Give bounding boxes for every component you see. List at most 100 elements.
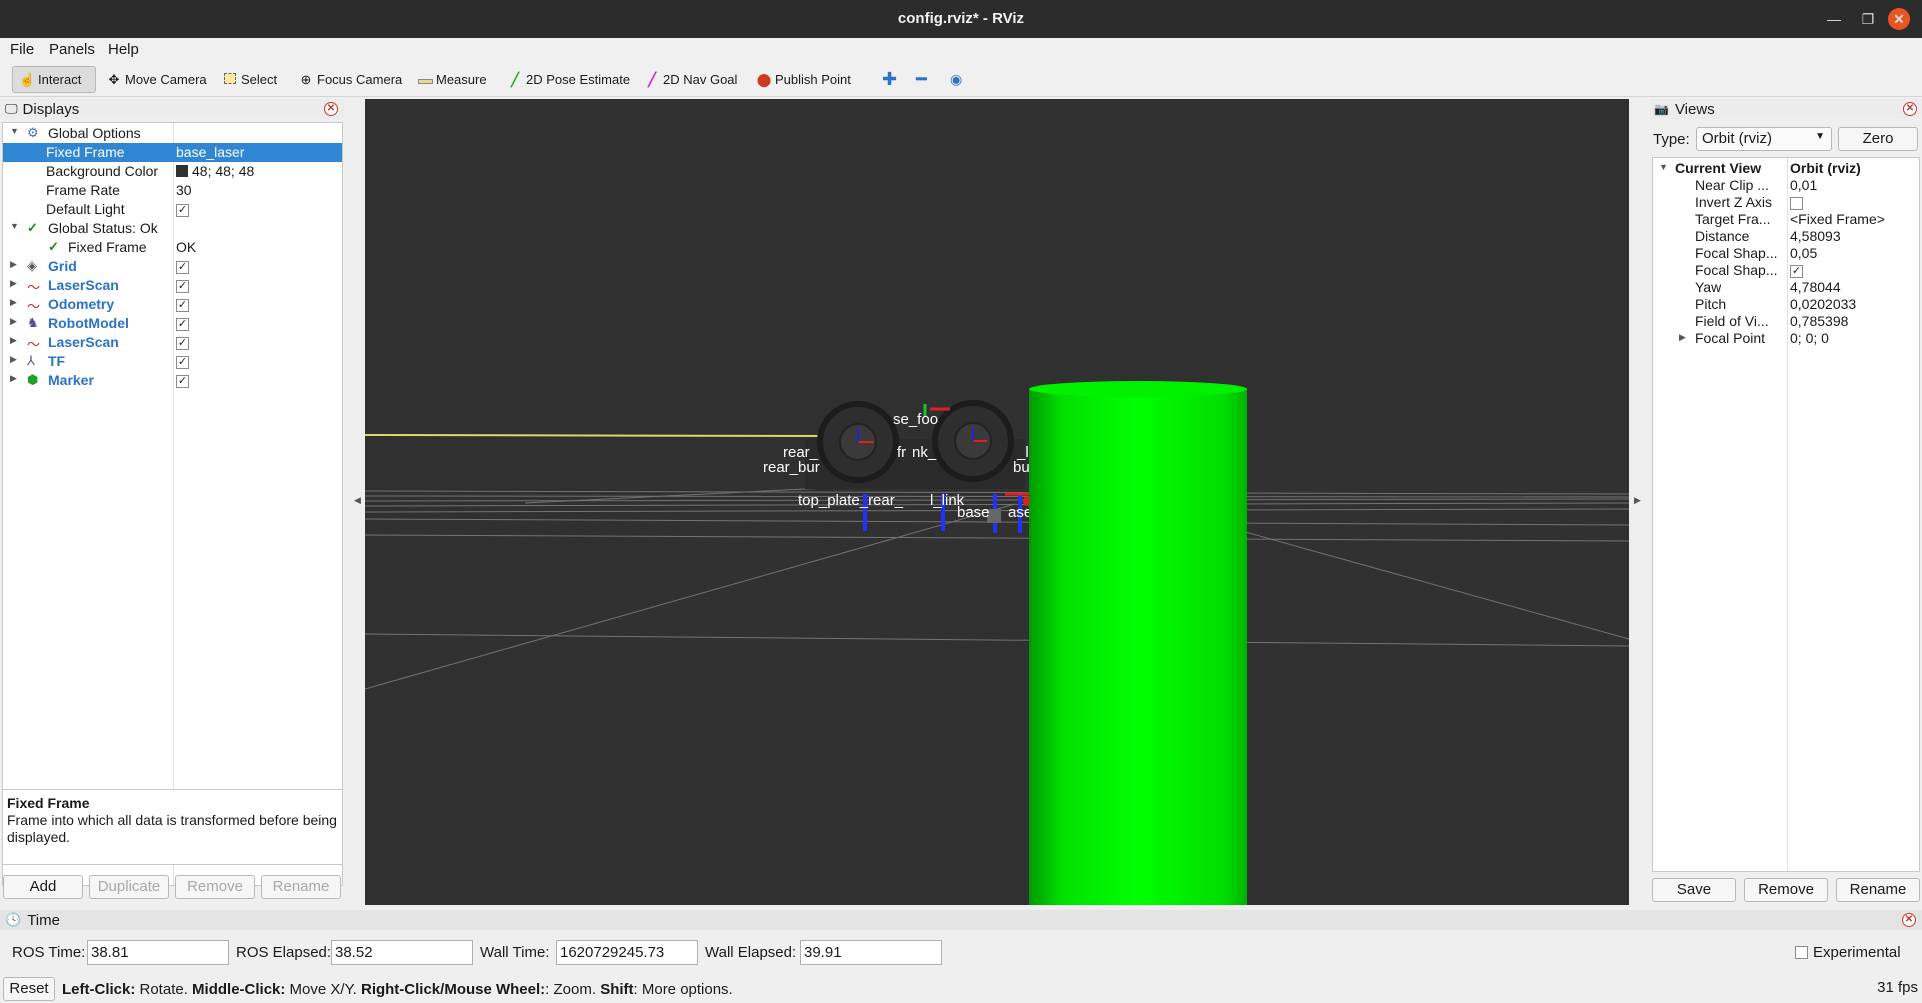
- view-row-focal-shape-fixed[interactable]: Focal Shap... ✓: [1653, 262, 1919, 279]
- tree-row-robotmodel[interactable]: ▶ ♞ RobotModel ✓: [3, 314, 342, 333]
- menu-panels[interactable]: Panels: [49, 41, 95, 58]
- tree-row-grid[interactable]: ▶ ◈ Grid ✓: [3, 257, 342, 276]
- expand-arrow-icon[interactable]: ▶: [10, 259, 17, 270]
- tree-row-global-options[interactable]: ▼ ⚙ Global Options: [3, 124, 342, 143]
- expand-arrow-icon[interactable]: ▶: [10, 278, 17, 289]
- view-value[interactable]: <Fixed Frame>: [1790, 211, 1885, 227]
- tree-row-global-status[interactable]: ▼ ✓ Global Status: Ok: [3, 219, 342, 238]
- expand-arrow-icon[interactable]: ▶: [10, 297, 17, 308]
- tree-row-laserscan-1[interactable]: ▶ 〜 LaserScan ✓: [3, 276, 342, 295]
- wall-time-field[interactable]: 1620729245.73: [556, 940, 698, 965]
- background-color-value[interactable]: 48; 48; 48: [176, 163, 254, 179]
- add-display-button[interactable]: Add: [3, 875, 83, 899]
- view-row-fov[interactable]: Field of Vi... 0,785398: [1653, 313, 1919, 330]
- view-row-invert-z[interactable]: Invert Z Axis: [1653, 194, 1919, 211]
- close-window-icon[interactable]: ✕: [1888, 8, 1910, 30]
- remove-view-button[interactable]: Remove: [1744, 878, 1828, 902]
- tree-row-tf[interactable]: ▶ ⅄ TF ✓: [3, 352, 342, 371]
- tree-row-odometry[interactable]: ▶ 〜 Odometry ✓: [3, 295, 342, 314]
- view-row-near-clip[interactable]: Near Clip ... 0,01: [1653, 177, 1919, 194]
- close-views-icon[interactable]: ✕: [1903, 102, 1917, 116]
- select-tool-button[interactable]: Select: [216, 66, 283, 93]
- interact-tool-button[interactable]: ☝ Interact: [12, 66, 96, 93]
- frame-rate-value[interactable]: 30: [176, 182, 192, 198]
- view-row-target-frame[interactable]: Target Fra... <Fixed Frame>: [1653, 211, 1919, 228]
- ros-time-field[interactable]: 38.81: [87, 940, 229, 965]
- displays-header: 🖵 Displays: [0, 99, 344, 119]
- tree-row-status-fixed-frame[interactable]: ✓ Fixed Frame OK: [3, 238, 342, 257]
- view-row-distance[interactable]: Distance 4,58093: [1653, 228, 1919, 245]
- close-displays-icon[interactable]: ✕: [324, 102, 338, 116]
- expand-arrow-icon[interactable]: ▼: [1659, 162, 1668, 172]
- view-row-pitch[interactable]: Pitch 0,0202033: [1653, 296, 1919, 313]
- rename-display-button[interactable]: Rename: [261, 875, 341, 899]
- tree-row-background-color[interactable]: Background Color 48; 48; 48: [3, 162, 342, 181]
- expand-arrow-icon[interactable]: ▶: [10, 335, 17, 346]
- move-camera-tool-button[interactable]: ✥ Move Camera: [100, 66, 213, 93]
- view-value[interactable]: 0,785398: [1790, 313, 1848, 329]
- marker-checkbox[interactable]: ✓: [176, 374, 189, 388]
- rename-view-button[interactable]: Rename: [1836, 878, 1920, 902]
- measure-tool-button[interactable]: Measure: [411, 66, 493, 93]
- close-time-icon[interactable]: ✕: [1902, 913, 1916, 927]
- view-value[interactable]: 0,05: [1790, 245, 1817, 261]
- add-tool-icon[interactable]: ✚: [876, 66, 903, 93]
- tree-row-frame-rate[interactable]: Frame Rate 30: [3, 181, 342, 200]
- reset-button[interactable]: Reset: [3, 977, 55, 1001]
- view-label: Yaw: [1695, 279, 1722, 295]
- maximize-icon[interactable]: ❐: [1857, 8, 1879, 30]
- expand-arrow-icon[interactable]: ▶: [1679, 332, 1686, 343]
- tree-row-marker[interactable]: ▶ ⬢ Marker ✓: [3, 371, 342, 390]
- zero-view-button[interactable]: Zero: [1838, 127, 1918, 151]
- grid-checkbox[interactable]: ✓: [176, 260, 189, 274]
- menu-bar: File Panels Help: [0, 38, 1922, 61]
- displays-title: Displays: [22, 100, 80, 118]
- robotmodel-checkbox[interactable]: ✓: [176, 317, 189, 331]
- expand-arrow-icon[interactable]: ▶: [10, 354, 17, 365]
- view-row-focal-shape-size[interactable]: Focal Shap... 0,05: [1653, 245, 1919, 262]
- laserscan-checkbox[interactable]: ✓: [176, 279, 189, 293]
- view-value[interactable]: 0,01: [1790, 177, 1817, 193]
- tf-checkbox[interactable]: ✓: [176, 355, 189, 369]
- remove-display-button[interactable]: Remove: [175, 875, 255, 899]
- hint-key: Right-Click/Mouse Wheel:: [360, 981, 546, 998]
- publish-point-tool-button[interactable]: ⬤ Publish Point: [750, 66, 857, 93]
- menu-help[interactable]: Help: [108, 41, 139, 58]
- minimize-icon[interactable]: —: [1823, 8, 1845, 30]
- tree-row-laserscan-2[interactable]: ▶ 〜 LaserScan ✓: [3, 333, 342, 352]
- view-row-focal-point[interactable]: ▶ Focal Point 0; 0; 0: [1653, 330, 1919, 347]
- view-value[interactable]: 4,78044: [1790, 279, 1841, 295]
- collapse-right-icon[interactable]: ▶: [1634, 495, 1641, 506]
- tree-row-default-light[interactable]: Default Light ✓: [3, 200, 342, 219]
- view-value[interactable]: 0,0202033: [1790, 296, 1856, 312]
- remove-tool-icon[interactable]: ━: [910, 66, 933, 93]
- focus-camera-tool-button[interactable]: ⊕ Focus Camera: [292, 66, 408, 93]
- expand-arrow-icon[interactable]: ▶: [10, 373, 17, 384]
- laserscan-checkbox[interactable]: ✓: [176, 336, 189, 350]
- odometry-checkbox[interactable]: ✓: [176, 298, 189, 312]
- view-value[interactable]: 4,58093: [1790, 228, 1841, 244]
- expand-arrow-icon[interactable]: ▼: [10, 221, 19, 231]
- tree-row-fixed-frame[interactable]: Fixed Frame base_laser: [3, 143, 342, 162]
- eye-icon[interactable]: ◉: [944, 66, 968, 93]
- save-view-button[interactable]: Save: [1652, 878, 1736, 902]
- nav-goal-tool-button[interactable]: ╱ 2D Nav Goal: [638, 66, 743, 93]
- duplicate-display-button[interactable]: Duplicate: [89, 875, 169, 899]
- view-row-current[interactable]: ▼ Current View Orbit (rviz): [1653, 160, 1919, 177]
- view-row-yaw[interactable]: Yaw 4,78044: [1653, 279, 1919, 296]
- expand-arrow-icon[interactable]: ▼: [10, 126, 19, 136]
- render-viewport[interactable]: rear_ rear_bur se_foo fr nk_ _link bur t…: [365, 99, 1629, 905]
- collapse-left-icon[interactable]: ◀: [354, 495, 361, 506]
- focal-shape-checkbox[interactable]: ✓: [1790, 264, 1803, 278]
- fixed-frame-value[interactable]: base_laser: [176, 144, 245, 160]
- wall-elapsed-field[interactable]: 39.91: [800, 940, 942, 965]
- menu-file[interactable]: File: [10, 41, 34, 58]
- pose-estimate-tool-button[interactable]: ╱ 2D Pose Estimate: [501, 66, 636, 93]
- view-type-select[interactable]: Orbit (rviz) ▼: [1696, 127, 1832, 151]
- view-value[interactable]: 0; 0; 0: [1790, 330, 1829, 346]
- invert-z-checkbox[interactable]: [1790, 196, 1803, 210]
- ros-elapsed-field[interactable]: 38.52: [331, 940, 473, 965]
- default-light-checkbox[interactable]: ✓: [176, 203, 189, 217]
- experimental-checkbox[interactable]: [1795, 946, 1808, 959]
- expand-arrow-icon[interactable]: ▶: [10, 316, 17, 327]
